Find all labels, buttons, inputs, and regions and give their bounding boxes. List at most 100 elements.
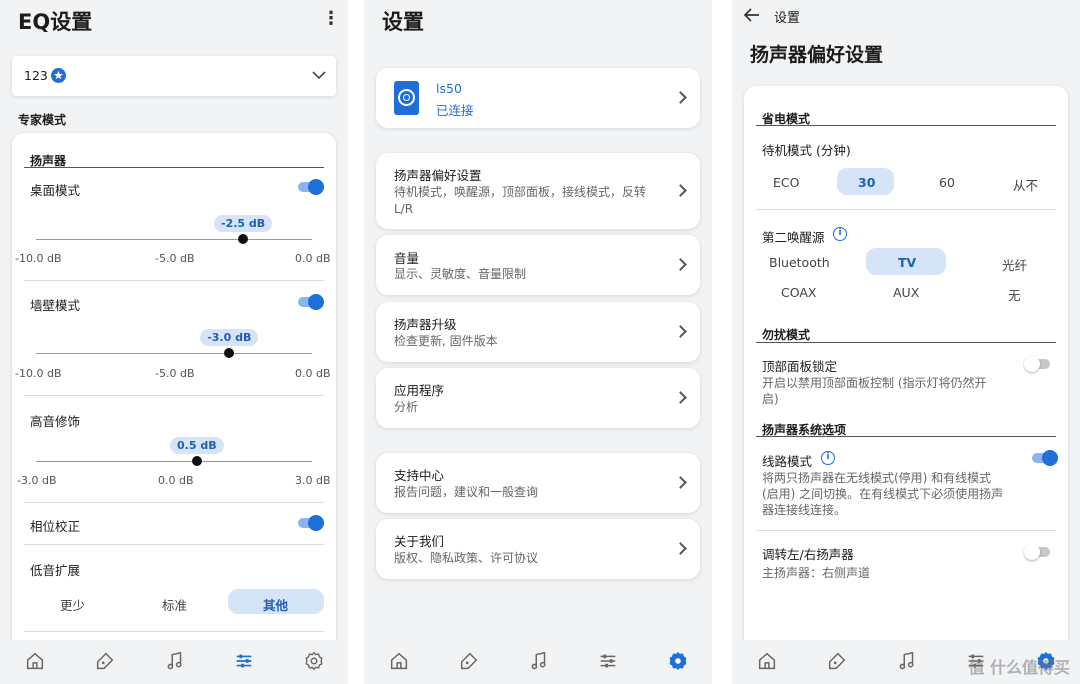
wake-option-bluetooth[interactable]: Bluetooth [769,255,830,270]
desk-value-bubble: -2.5 dB [214,215,273,232]
treble-value-bubble: 0.5 dB [170,437,224,454]
divider [24,544,324,545]
equalizer-icon[interactable] [597,650,619,672]
about-us-item[interactable]: 关于我们 版权、隐私政策、许可协议 [376,519,700,579]
wall-mode-toggle[interactable] [298,294,324,310]
tick-label: -5.0 dB [155,367,195,380]
device-card[interactable]: ls50 已连接 [376,68,700,128]
support-center-item[interactable]: 支持中心 报告问题，建议和一般查询 [376,453,700,513]
wall-slider-thumb[interactable] [224,348,235,358]
item-subtitle: 显示、灵敏度、音量限制 [394,267,527,281]
preset-dropdown[interactable]: 123 [12,56,336,96]
tick-label: 0.0 dB [295,367,331,380]
treble-label: 高音修饰 [30,414,81,429]
phase-toggle[interactable] [298,515,324,531]
more-vert-icon[interactable]: ⋮ [322,8,340,29]
bottom-nav [0,640,348,684]
home-icon[interactable] [24,650,46,672]
divider [24,631,324,632]
top-lock-toggle[interactable] [1024,356,1050,372]
wake-option-tv[interactable]: TV [898,255,916,270]
tick-label: -10.0 dB [15,252,62,265]
speaker-preferences-item[interactable]: 扬声器偏好设置 待机模式，唤醒源，顶部面板，接线模式，反转L/R [376,153,700,229]
item-title: 扬声器升级 [394,317,457,332]
treble-slider-thumb[interactable] [192,456,202,466]
item-subtitle: 待机模式，唤醒源，顶部面板，接线模式，反转L/R [394,185,647,216]
divider [24,502,324,503]
music-icon[interactable] [528,650,550,672]
tick-label: -5.0 dB [155,252,195,265]
info-icon[interactable]: i [833,227,847,241]
tag-icon[interactable] [826,650,848,672]
info-icon[interactable]: i [821,451,835,465]
swap-lr-label: 调转左/右扬声器 [762,547,854,562]
item-subtitle: 报告问题，建议和一般查询 [394,485,539,499]
divider [24,395,324,396]
chevron-right-icon [674,476,687,489]
star-badge-icon [51,68,66,83]
gear-icon[interactable] [667,650,689,672]
wall-mode-label: 墙壁模式 [30,298,81,313]
desk-slider-thumb[interactable] [238,234,248,244]
wired-mode-toggle[interactable] [1032,450,1058,466]
wake-option-optical[interactable]: 光纤 [1002,255,1027,274]
tag-icon[interactable] [458,650,480,672]
item-title: 支持中心 [394,468,445,483]
divider [756,125,1056,126]
speaker-upgrade-item[interactable]: 扬声器升级 检查更新, 固件版本 [376,302,700,362]
bass-option-less[interactable]: 更少 [60,595,85,614]
desk-mode-toggle[interactable] [298,179,324,195]
volume-item[interactable]: 音量 显示、灵敏度、音量限制 [376,235,700,295]
item-title: 音量 [394,251,420,266]
page-title: 设置 [382,10,424,34]
tick-label: -10.0 dB [15,367,62,380]
home-icon[interactable] [756,650,778,672]
music-icon[interactable] [164,650,186,672]
equalizer-icon[interactable] [233,650,255,672]
back-arrow-icon[interactable] [744,8,760,22]
divider [24,280,324,281]
item-title: 扬声器偏好设置 [394,168,482,183]
tick-label: 0.0 dB [158,474,194,487]
divider [756,342,1056,343]
music-icon[interactable] [896,650,918,672]
divider [24,167,324,168]
bass-option-other[interactable]: 其他 [263,595,288,614]
standby-option-30[interactable]: 30 [858,175,875,190]
back-title[interactable]: 设置 [774,7,800,26]
application-item[interactable]: 应用程序 分析 [376,368,700,428]
chevron-right-icon [674,391,687,404]
home-icon[interactable] [388,650,410,672]
wired-mode-desc: 将两只扬声器在无线模式(停用) 和有线模式(启用) 之间切换。在有线模式下必须使… [762,471,1004,517]
item-title: 应用程序 [394,383,445,398]
wake-option-aux[interactable]: AUX [893,285,919,300]
speaker-preferences-panel: 设置 扬声器偏好设置 省电模式 待机模式 (分钟) ECO 30 60 从不 第… [732,0,1080,684]
watermark-text: 值 什么值得买 [968,658,1070,677]
eq-settings-panel: EQ设置 ⋮ 123 专家模式 扬声器 桌面模式 -2.5 dB -10.0 d… [0,0,348,684]
wake-option-none[interactable]: 无 [1008,285,1021,304]
primary-speaker-info: 主扬声器：右侧声道 [762,566,871,580]
chevron-right-icon [674,542,687,555]
wake-option-coax[interactable]: COAX [781,285,816,300]
eq-card: 扬声器 桌面模式 -2.5 dB -10.0 dB -5.0 dB 0.0 dB… [12,133,336,663]
item-subtitle: 分析 [394,400,419,414]
standby-option-never[interactable]: 从不 [1013,175,1038,194]
standby-option-eco[interactable]: ECO [773,175,799,190]
bass-option-standard[interactable]: 标准 [162,595,187,614]
tag-icon[interactable] [94,650,116,672]
preset-value: 123 [24,68,48,83]
phase-label: 相位校正 [30,519,81,534]
page-title: EQ设置 [18,10,93,34]
desk-mode-label: 桌面模式 [30,183,81,198]
chevron-right-icon [674,91,687,104]
divider [756,436,1056,437]
expert-mode-label: 专家模式 [18,113,67,127]
chevron-down-icon [312,71,326,80]
item-subtitle: 检查更新, 固件版本 [394,334,498,348]
divider [756,530,1056,531]
gear-icon[interactable] [303,650,325,672]
divider [756,209,1056,210]
swap-lr-toggle[interactable] [1024,544,1050,560]
top-lock-label: 顶部面板锁定 [762,359,838,374]
standby-option-60[interactable]: 60 [939,175,955,190]
